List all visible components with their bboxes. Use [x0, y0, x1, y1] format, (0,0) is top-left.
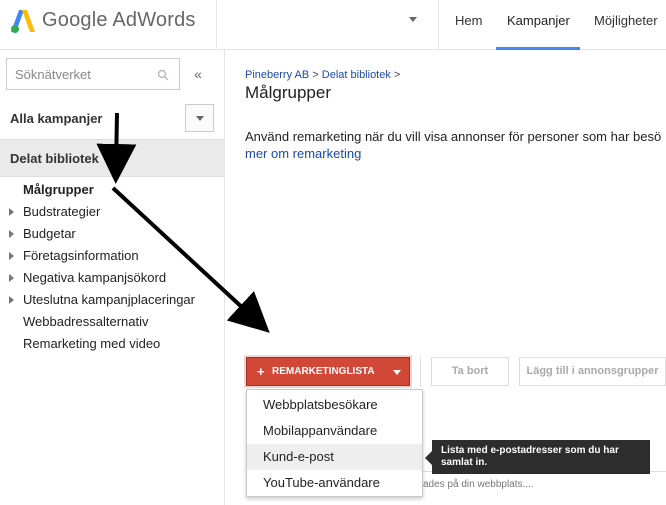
annotation-arrow-down: [96, 112, 137, 184]
annotation-arrows: [96, 112, 270, 333]
annotation-arrow-diagonal: [111, 186, 270, 333]
